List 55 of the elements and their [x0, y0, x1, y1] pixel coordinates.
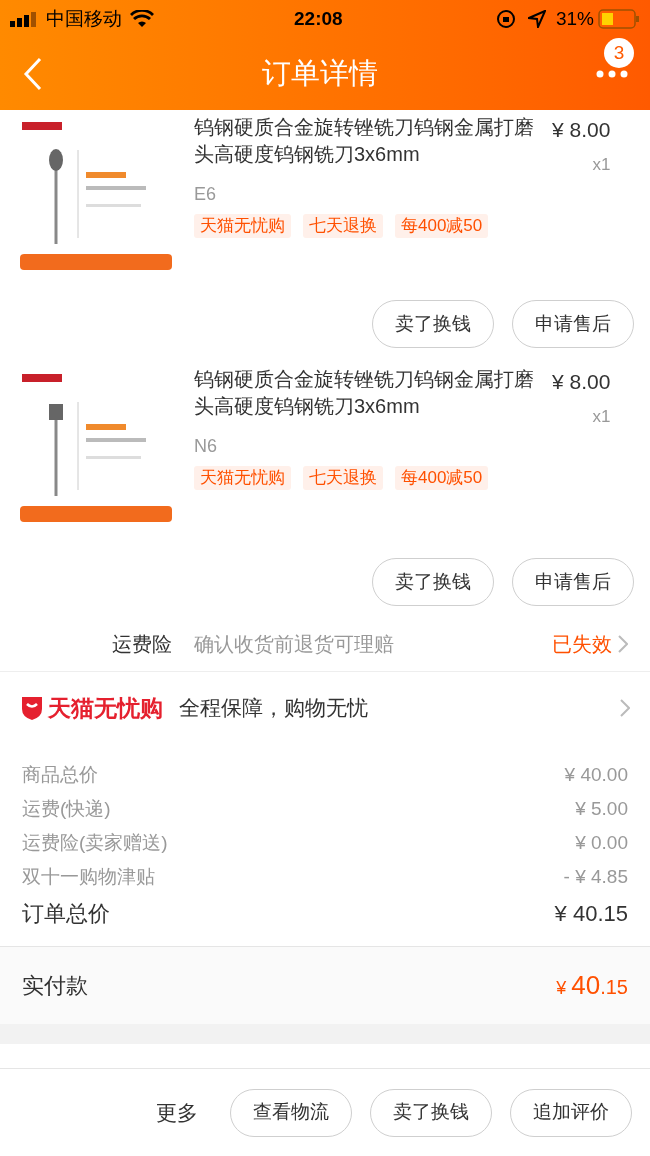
action-button[interactable]: 申请售后	[512, 558, 634, 606]
product-quantity: x1	[592, 153, 611, 176]
rotation-lock-icon	[495, 9, 516, 29]
insurance-label: 运费险	[111, 631, 173, 657]
action-button[interactable]: 追加评价	[510, 1088, 632, 1137]
paid-label: 实付款	[22, 972, 88, 1000]
shield-icon	[20, 695, 44, 721]
location-arrow-icon	[527, 10, 546, 28]
product-price: ¥ 8.00	[552, 117, 611, 143]
battery-icon	[598, 9, 640, 29]
service-tag: 每400减50	[395, 214, 489, 238]
paid-amount: ¥ 40.15	[556, 969, 628, 1002]
order-total-label: 订单总价	[22, 899, 110, 928]
shipping-insurance-row[interactable]: 运费险 确认收货前退货可理赔 已失效	[0, 616, 650, 672]
product-quantity: x1	[592, 405, 611, 428]
wifi-icon	[130, 10, 154, 28]
product-variant: E6	[194, 183, 218, 206]
notification-badge: 3	[604, 38, 634, 68]
action-button[interactable]: 申请售后	[512, 300, 634, 348]
service-tag: 天猫无忧购	[194, 466, 291, 490]
product-title: 钨钢硬质合金旋转锉铣刀钨钢金属打磨头高硬度钨钢铣刀3x6mm	[194, 115, 535, 167]
service-tag: 天猫无忧购	[194, 214, 291, 238]
more-link[interactable]: 更多	[156, 1096, 198, 1129]
product-price: ¥ 8.00	[552, 369, 611, 395]
service-tag: 七天退换	[303, 214, 383, 238]
insurance-status: 已失效	[552, 631, 612, 657]
fee-label: 商品总价	[22, 762, 98, 787]
fee-value: ¥ 0.00	[575, 830, 628, 855]
order-total-value: ¥ 40.15	[554, 899, 628, 928]
action-button[interactable]: 查看物流	[230, 1088, 352, 1137]
fee-value: - ¥ 4.85	[563, 864, 628, 889]
guarantee-text: 全程保障，购物无忧	[179, 695, 369, 722]
insurance-description: 确认收货前退货可理赔	[194, 631, 395, 657]
service-tag: 每400减50	[395, 466, 489, 490]
battery-percent: 31%	[555, 6, 594, 31]
action-button[interactable]: 卖了换钱	[370, 1088, 492, 1137]
more-icon[interactable]	[596, 70, 628, 78]
chevron-right-icon	[620, 699, 630, 717]
product-variant: N6	[194, 435, 218, 458]
chevron-right-icon	[618, 634, 628, 653]
product-title: 钨钢硬质合金旋转锉铣刀钨钢金属打磨头高硬度钨钢铣刀3x6mm	[194, 367, 535, 419]
fee-label: 双十一购物津贴	[22, 864, 155, 889]
guarantee-row[interactable]: 天猫无忧购 全程保障，购物无忧	[0, 672, 650, 744]
guarantee-brand: 天猫无忧购	[48, 693, 163, 723]
clock-time: 22:08	[294, 6, 343, 31]
action-button[interactable]: 卖了换钱	[372, 300, 494, 348]
fee-value: ¥ 5.00	[575, 796, 628, 821]
fee-label: 运费险(卖家赠送)	[22, 830, 168, 855]
fee-value: ¥ 40.00	[564, 762, 628, 787]
action-button[interactable]: 卖了换钱	[372, 558, 494, 606]
service-tag: 七天退换	[303, 466, 383, 490]
page-title: 订单详情	[262, 56, 378, 92]
fee-label: 运费(快递)	[22, 796, 111, 821]
carrier-name: 中国移动	[46, 6, 122, 31]
back-icon[interactable]	[22, 57, 44, 91]
